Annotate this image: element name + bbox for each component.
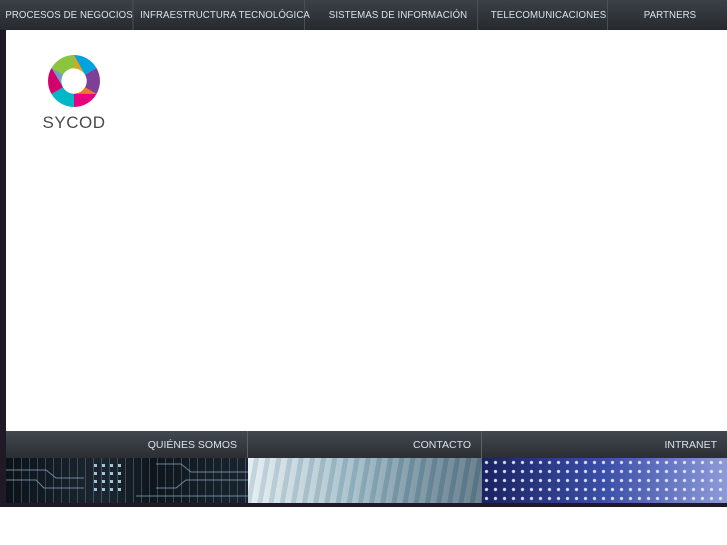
nav-item-infraestructura-tecnologica[interactable]: INFRAESTRUCTURA TECNOLÓGICA: [140, 0, 310, 30]
nav-item-intranet[interactable]: INTRANET: [482, 431, 727, 458]
top-navigation: PROCESOS DE NEGOCIOS INFRAESTRUCTURA TEC…: [0, 0, 727, 31]
bottom-navigation: QUIÉNES SOMOS CONTACTO INTRANET: [6, 431, 727, 458]
nav-item-telecomunicaciones[interactable]: TELECOMUNICACIONES: [490, 0, 608, 30]
main-content: SYCOD: [6, 30, 727, 431]
circuit-traces: [6, 463, 248, 497]
dots-pattern-image[interactable]: [482, 458, 727, 503]
image-strip: [6, 458, 727, 503]
keyboard-image[interactable]: [248, 458, 482, 503]
nav-item-partners[interactable]: PARTNERS: [618, 0, 723, 30]
nav-item-contacto[interactable]: CONTACTO: [248, 431, 482, 458]
logo-flower-icon: [48, 55, 100, 107]
nav-item-quienes-somos[interactable]: QUIÉNES SOMOS: [6, 431, 248, 458]
logo[interactable]: SYCOD: [32, 55, 116, 135]
nav-item-procesos-de-negocios[interactable]: PROCESOS DE NEGOCIOS: [5, 0, 134, 30]
circuit-board-image[interactable]: [6, 458, 248, 503]
logo-wordmark: SYCOD: [42, 113, 106, 132]
nav-item-sistemas-de-informacion[interactable]: SISTEMAS DE INFORMACIÓN: [319, 0, 479, 30]
